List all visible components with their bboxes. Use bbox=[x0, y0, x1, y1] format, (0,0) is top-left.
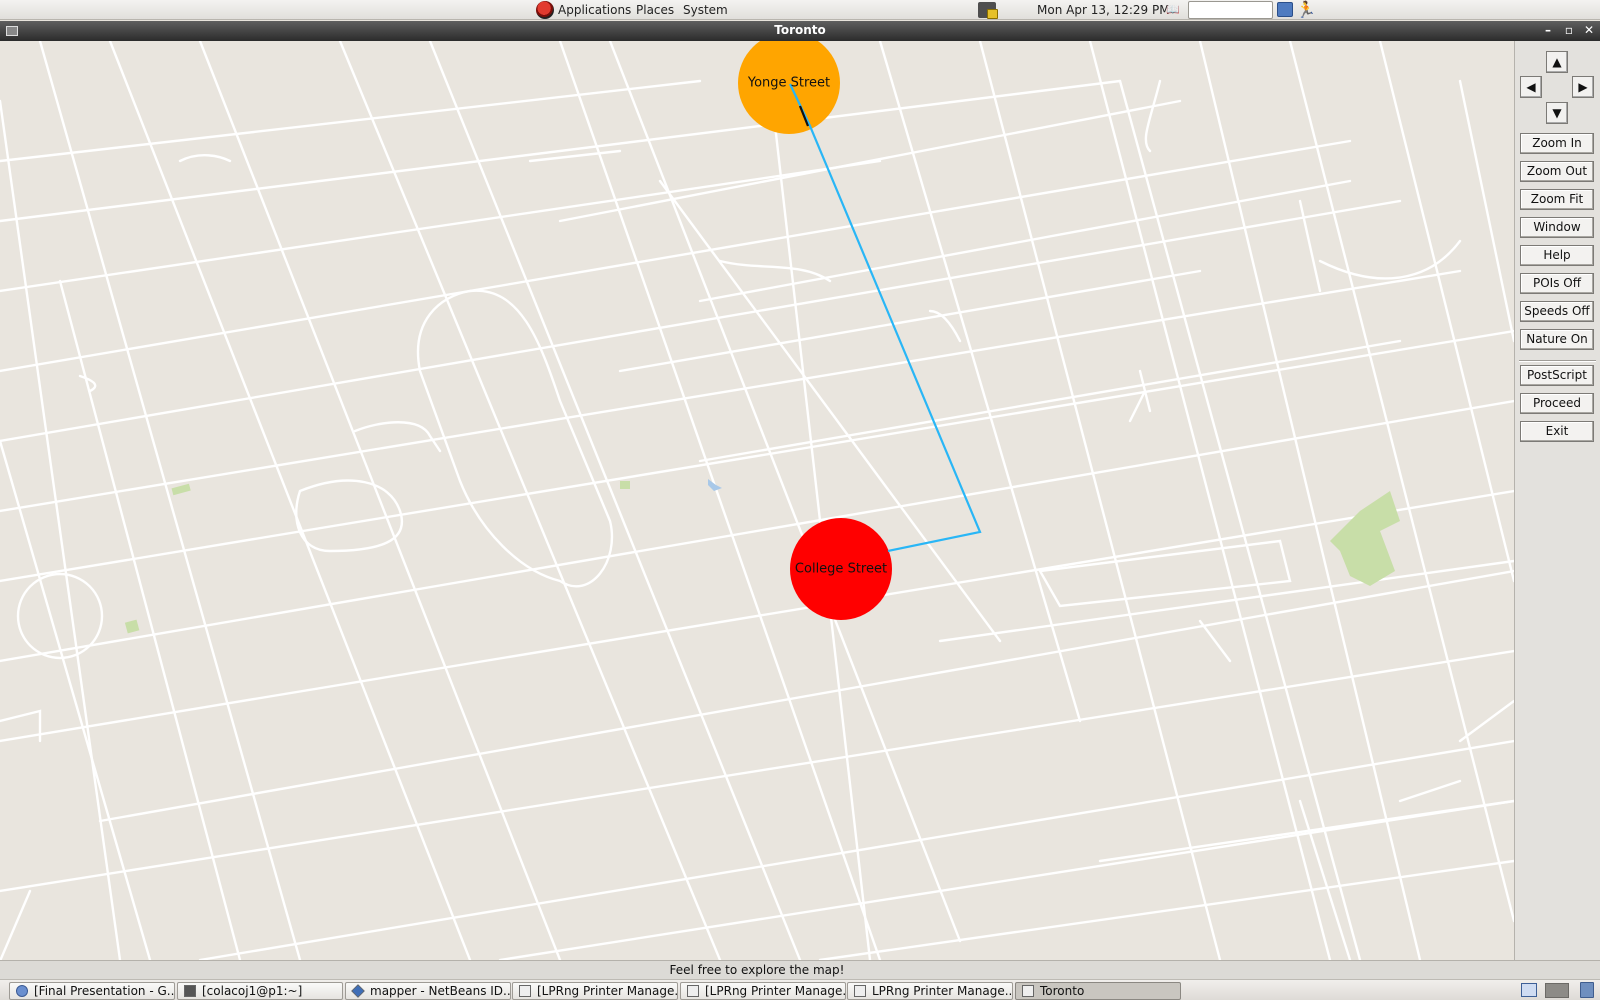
map-canvas[interactable]: Yonge Street College Street bbox=[0, 41, 1514, 960]
menu-applications[interactable]: Applications bbox=[558, 2, 631, 18]
taskbar-item-label: [colacoj1@p1:~] bbox=[202, 984, 303, 998]
trash-icon[interactable] bbox=[1580, 982, 1594, 998]
zoom-fit-button[interactable]: Zoom Fit bbox=[1520, 189, 1594, 210]
status-bar: Feel free to explore the map! bbox=[0, 960, 1514, 979]
taskbar-item-label: Toronto bbox=[1040, 984, 1085, 998]
marker-label-yonge-street: Yonge Street bbox=[747, 75, 831, 91]
netbeans-icon bbox=[351, 984, 365, 998]
maximize-button[interactable]: ▫ bbox=[1562, 23, 1576, 37]
run-application-icon[interactable]: 🏃 bbox=[1296, 0, 1316, 20]
menu-places[interactable]: Places bbox=[636, 2, 674, 18]
window-icon bbox=[519, 985, 531, 997]
status-bar-filler bbox=[1514, 960, 1600, 979]
workspace-switcher[interactable] bbox=[1545, 983, 1569, 998]
nature-toggle-button[interactable]: Nature On bbox=[1520, 329, 1594, 350]
browser-icon bbox=[16, 985, 28, 997]
redhat-logo-icon[interactable] bbox=[536, 1, 554, 19]
controls-separator bbox=[1519, 360, 1596, 362]
pan-down-button[interactable]: ▼ bbox=[1546, 102, 1568, 124]
taskbar-item-toronto[interactable]: Toronto bbox=[1015, 982, 1181, 1000]
map-drawing bbox=[0, 41, 1514, 960]
window-titlebar[interactable]: Toronto – ▫ ✕ bbox=[0, 21, 1600, 41]
help-button[interactable]: Help bbox=[1520, 245, 1594, 266]
pois-toggle-button[interactable]: POIs Off bbox=[1520, 273, 1594, 294]
pan-up-button[interactable]: ▲ bbox=[1546, 51, 1568, 73]
taskbar-item-label: LPRng Printer Manage... bbox=[872, 984, 1013, 998]
taskbar-item-lprng-2[interactable]: [LPRng Printer Manage... bbox=[680, 982, 846, 1000]
postscript-button[interactable]: PostScript bbox=[1520, 365, 1594, 386]
taskbar-item-label: [Final Presentation - G... bbox=[34, 984, 175, 998]
window-title: Toronto bbox=[774, 23, 826, 37]
dictionary-icon[interactable]: 📖 bbox=[1165, 3, 1181, 16]
window-icon bbox=[1022, 985, 1034, 997]
terminal-icon bbox=[184, 985, 196, 997]
taskbar-item-label: mapper - NetBeans ID... bbox=[370, 984, 511, 998]
show-desktop-icon[interactable] bbox=[1521, 983, 1537, 997]
taskbar-item-final-presentation[interactable]: [Final Presentation - G... bbox=[9, 982, 175, 1000]
taskbar: [Final Presentation - G... [colacoj1@p1:… bbox=[0, 979, 1600, 1000]
lock-screen-icon[interactable] bbox=[978, 2, 998, 19]
panel-search-input[interactable] bbox=[1188, 1, 1273, 19]
exit-button[interactable]: Exit bbox=[1520, 421, 1594, 442]
screenshot-icon[interactable] bbox=[1277, 2, 1293, 17]
close-button[interactable]: ✕ bbox=[1582, 23, 1596, 37]
control-panel: ▲ ◀ ▶ ▼ Zoom In Zoom Out Zoom Fit Window… bbox=[1514, 41, 1600, 960]
taskbar-item-label: [LPRng Printer Manage... bbox=[537, 984, 678, 998]
window-icon bbox=[687, 985, 699, 997]
top-panel: Applications Places System Mon Apr 13, 1… bbox=[0, 0, 1600, 20]
speeds-toggle-button[interactable]: Speeds Off bbox=[1520, 301, 1594, 322]
window-icon bbox=[854, 985, 866, 997]
pan-right-button[interactable]: ▶ bbox=[1572, 76, 1594, 98]
taskbar-item-lprng-1[interactable]: [LPRng Printer Manage... bbox=[512, 982, 678, 1000]
proceed-button[interactable]: Proceed bbox=[1520, 393, 1594, 414]
taskbar-item-netbeans[interactable]: mapper - NetBeans ID... bbox=[345, 982, 511, 1000]
taskbar-item-lprng-3[interactable]: LPRng Printer Manage... bbox=[847, 982, 1013, 1000]
minimize-button[interactable]: – bbox=[1541, 23, 1555, 37]
zoom-out-button[interactable]: Zoom Out bbox=[1520, 161, 1594, 182]
panel-clock[interactable]: Mon Apr 13, 12:29 PM bbox=[1037, 2, 1170, 18]
zoom-in-button[interactable]: Zoom In bbox=[1520, 133, 1594, 154]
taskbar-item-label: [LPRng Printer Manage... bbox=[705, 984, 846, 998]
menu-system[interactable]: System bbox=[683, 2, 728, 18]
marker-label-college-street: College Street bbox=[794, 561, 888, 577]
window-button[interactable]: Window bbox=[1520, 217, 1594, 238]
pan-left-button[interactable]: ◀ bbox=[1520, 76, 1542, 98]
taskbar-item-terminal[interactable]: [colacoj1@p1:~] bbox=[177, 982, 343, 1000]
